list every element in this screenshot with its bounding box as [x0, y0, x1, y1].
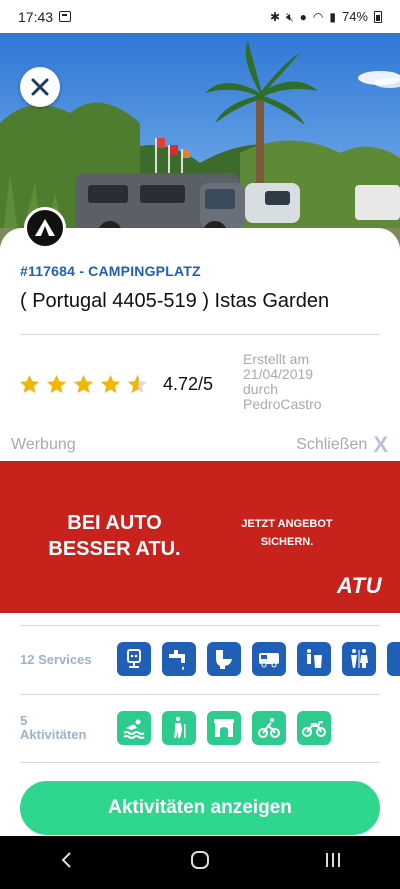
ad-close-button[interactable]: Schließen X: [296, 432, 388, 457]
calendar-icon: [59, 11, 72, 22]
home-button[interactable]: [189, 849, 211, 876]
recents-icon: [326, 853, 341, 867]
services-icons: [117, 642, 400, 676]
activities-count: 5: [20, 713, 28, 728]
recents-button[interactable]: [322, 849, 344, 876]
rating-stars: [18, 373, 149, 396]
motorbike-icon-glyph: [302, 721, 326, 737]
location-icon: ●: [299, 9, 307, 24]
ad-banner[interactable]: BEI AUTO BESSER ATU. JETZT ANGEBOT SICHE…: [0, 461, 400, 613]
back-icon: [61, 852, 71, 868]
status-time: 17:43: [18, 8, 54, 25]
cycling-icon-glyph: [258, 718, 280, 738]
star-full-icon: [19, 374, 40, 394]
toilet-icon[interactable]: [207, 642, 241, 676]
ad-headline-line: BESSER ATU.: [48, 538, 181, 560]
close-icon: [31, 78, 49, 96]
details-sheet: #117684 - CAMPINGPLATZ ( Portugal 4405-5…: [0, 228, 400, 836]
campsite-type-icon: [24, 207, 66, 249]
ad-cta-line: JETZT ANGEBOT: [241, 518, 333, 530]
swimming-icon-glyph: [123, 719, 145, 739]
activities-icons: [117, 711, 331, 745]
home-icon: [190, 851, 209, 869]
star-full-icon: [100, 374, 121, 394]
activities-label: 5 Aktivitäten: [20, 714, 86, 742]
hiking-icon[interactable]: [162, 711, 196, 745]
star-half-icon: [127, 374, 148, 394]
signal-icon: ▮: [329, 9, 336, 24]
electricity-icon[interactable]: [117, 642, 151, 676]
water-tap-icon-glyph: [169, 650, 185, 670]
back-button[interactable]: [56, 849, 78, 876]
created-label: Erstellt am: [243, 351, 310, 367]
rating-value: 4.72/5: [163, 374, 214, 394]
monument-icon-glyph: [214, 719, 234, 737]
place-title: ( Portugal 4405-519 ) Istas Garden: [20, 290, 330, 312]
ad-close-label: Schließen: [296, 436, 368, 453]
bluetooth-icon: ✱: [270, 9, 281, 24]
activities-title: Aktivitäten: [20, 727, 87, 742]
star-full-icon: [73, 374, 94, 394]
close-button[interactable]: [20, 67, 60, 107]
status-icons: ✱ 🔇︎ ● ◠ ▮ 74%: [270, 9, 382, 24]
restroom-icon[interactable]: [342, 642, 376, 676]
water-tap-icon[interactable]: [162, 642, 196, 676]
services-label: 12 Services: [20, 652, 92, 667]
created-date: 21/04/2019: [243, 366, 314, 382]
tent-icon: [35, 219, 55, 236]
star-full-icon: [46, 374, 67, 394]
divider: [20, 334, 380, 335]
electricity-icon-glyph: [127, 649, 141, 668]
created-author: PedroCastro: [243, 396, 322, 412]
toilet-icon-glyph: [216, 650, 232, 669]
system-nav-bar: [0, 836, 400, 889]
place-code: #117684 - CAMPINGPLATZ: [20, 263, 201, 279]
created-by-label: durch: [243, 381, 279, 397]
ad-headline-line: BEI AUTO: [67, 512, 162, 534]
restroom-icon-glyph: [351, 649, 368, 668]
swimming-icon[interactable]: [117, 711, 151, 745]
mute-icon: 🔇︎: [286, 9, 294, 24]
monument-icon[interactable]: [207, 711, 241, 745]
divider: [20, 625, 380, 626]
shower-icon[interactable]: [387, 642, 400, 676]
cycling-icon[interactable]: [252, 711, 286, 745]
ad-label: Werbung: [11, 436, 76, 453]
motorbike-icon[interactable]: [297, 711, 331, 745]
camper-service-icon[interactable]: [252, 642, 286, 676]
trash-icon[interactable]: [297, 642, 331, 676]
show-activities-button[interactable]: Aktivitäten anzeigen: [20, 781, 380, 835]
battery-icon: [374, 10, 382, 23]
ad-brand-logo: ATU: [336, 573, 382, 598]
hiking-icon-glyph: [174, 716, 186, 738]
ad-cta-text: JETZT ANGEBOT SICHERN.: [227, 515, 347, 551]
battery-percent: 74%: [341, 9, 368, 24]
ad-headline: BEI AUTO BESSER ATU.: [42, 510, 187, 562]
close-icon: X: [373, 432, 388, 457]
divider: [20, 694, 380, 695]
trash-icon-glyph: [307, 649, 322, 668]
wifi-icon: ◠: [312, 9, 324, 24]
camper-service-icon-glyph: [259, 653, 279, 668]
status-bar: 17:43 ✱ 🔇︎ ● ◠ ▮ 74%: [0, 0, 400, 33]
created-info: Erstellt am 21/04/2019 durch PedroCastro: [243, 352, 363, 412]
shower-icon-glyph: [391, 646, 400, 672]
divider: [20, 762, 380, 763]
ad-cta-line: SICHERN.: [260, 536, 314, 548]
